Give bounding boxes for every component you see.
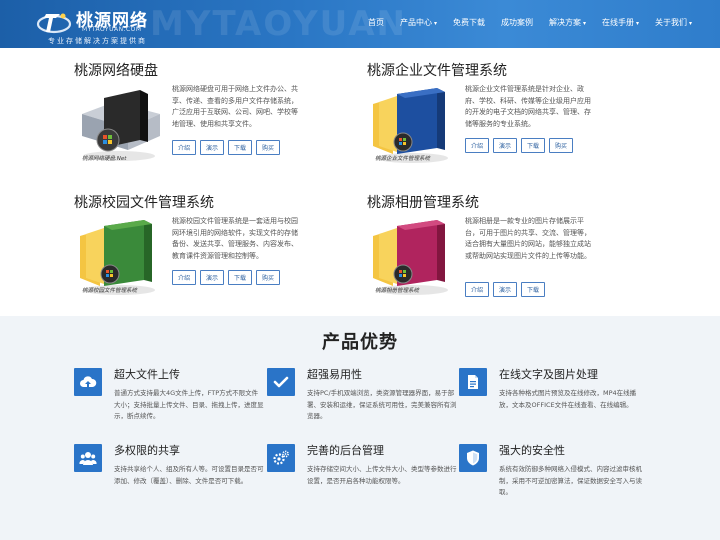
feature-permissions: 多权限的共享 支持共享给个人、组及所有人等。可设置目录是否可添加、修改（覆盖）、… — [74, 442, 264, 522]
feature-title: 多权限的共享 — [114, 444, 180, 457]
check-icon — [267, 368, 295, 396]
logo-slogan: 专业存储解决方案提供商 — [48, 37, 147, 45]
advantages-title: 产品优势 — [322, 332, 398, 353]
product-card-campus: 桃源校园文件管理系统 桃源校园文件管理系统 桃源校园文件管理系统是一套适用与校园… — [74, 192, 374, 322]
download-button[interactable]: 下载 — [228, 270, 253, 285]
feature-title: 超大文件上传 — [114, 368, 180, 381]
feature-large-upload: 超大文件上传 普通方式支持最大4G文件上传，FTP方式不限文件大小；支持批量上传… — [74, 366, 264, 446]
product-title[interactable]: 桃源企业文件管理系统 — [367, 60, 507, 80]
product-buttons: 介绍 演示 下载 购买 — [172, 270, 284, 285]
nav-home-label: 首页 — [368, 17, 384, 27]
product-title[interactable]: 桃源网络硬盘 — [74, 60, 158, 80]
chevron-down-icon: ▾ — [689, 19, 693, 27]
intro-button[interactable]: 介绍 — [172, 140, 197, 155]
product-caption: 桃源企业文件管理系统 — [375, 156, 431, 162]
product-caption: 桃源相册管理系统 — [375, 288, 420, 294]
feature-description: 支持PC/手机双端浏览，类资源管理器界面，易于部署、安装和运维，保证系统可用性，… — [307, 389, 457, 420]
product-title[interactable]: 桃源校园文件管理系统 — [74, 192, 214, 212]
intro-button[interactable]: 介绍 — [465, 138, 490, 153]
nav-home[interactable]: 首页 — [368, 17, 384, 28]
demo-button[interactable]: 演示 — [200, 140, 225, 155]
nav-products-label: 产品中心 — [400, 17, 432, 27]
nav-cases-label: 成功案例 — [501, 17, 534, 27]
document-icon — [459, 368, 487, 396]
nav-cases[interactable]: 成功案例 — [501, 17, 533, 28]
feature-online-editing: 在线文字及图片处理 支持各种格式图片预览及在线修改，MP4在线播放，文本及OFF… — [459, 366, 649, 446]
product-card-netdisk: 桃源网络硬盘 桃源网络硬盘.Net 桃源网络硬盘可用于网络上文件办公、共享、传递… — [74, 60, 374, 190]
nav-download-label: 免费下载 — [453, 17, 486, 27]
product-title[interactable]: 桃源相册管理系统 — [367, 192, 479, 212]
nav-products[interactable]: 产品中心 ▾ — [400, 17, 437, 28]
product-description: 桃源相册是一款专业的图片存储展示平台，可用于图片的共享、交流、管理等，适合拥有大… — [465, 217, 591, 260]
site-header: MYTAOYUAN 桃源网络 MYTAOYUAN.COM 专业存储解决方案提供商… — [0, 0, 720, 48]
feature-title: 超强易用性 — [307, 368, 362, 381]
users-icon — [74, 444, 102, 472]
feature-title: 完善的后台管理 — [307, 444, 384, 457]
nav-solutions[interactable]: 解决方案 ▾ — [549, 17, 586, 28]
nav-manual-label: 在线手册 — [602, 17, 635, 27]
nav-download[interactable]: 免费下载 — [453, 17, 485, 28]
intro-button[interactable]: 介绍 — [465, 282, 490, 297]
product-card-album: 桃源相册管理系统 桃源相册管理系统 桃源相册是一款专业的图片存储展示平台，可用于… — [367, 192, 667, 322]
main-nav: 首页 产品中心 ▾ 免费下载 成功案例 解决方案 ▾ 在线手册 ▾ 关于我们 ▾ — [368, 0, 708, 44]
cloud-upload-icon — [74, 368, 102, 396]
demo-button[interactable]: 演示 — [493, 282, 518, 297]
feature-description: 支持各种格式图片预览及在线修改，MP4在线播放，文本及OFFICE文件在线查看、… — [499, 389, 637, 409]
product-buttons: 介绍 演示 下载 — [465, 282, 549, 297]
nav-manual[interactable]: 在线手册 ▾ — [602, 17, 639, 28]
nav-about[interactable]: 关于我们 ▾ — [655, 17, 692, 28]
product-description: 桃源校园文件管理系统是一套适用与校园网环境引用的网络软件，实现文件的存储备份、发… — [172, 217, 298, 260]
logo-icon[interactable] — [36, 8, 72, 36]
feature-description: 支持存储空间大小、上传文件大小、类型等参数进行设置，是否开启各种功能权限等。 — [307, 465, 457, 485]
download-button[interactable]: 下载 — [521, 282, 546, 297]
feature-description: 支持共享给个人、组及所有人等。可设置目录是否可添加、修改（覆盖）、删除、文件是否… — [114, 465, 264, 485]
nav-about-label: 关于我们 — [655, 17, 688, 27]
shield-icon — [459, 444, 487, 472]
buy-button[interactable]: 购买 — [256, 140, 281, 155]
nav-solutions-label: 解决方案 — [549, 17, 582, 27]
product-buttons: 介绍 演示 下载 购买 — [465, 138, 577, 153]
feature-title: 在线文字及图片处理 — [499, 368, 598, 381]
product-card-enterprise: 桃源企业文件管理系统 桃源企业文件管理系统 桃源企业文件管理系统是针对企业、政府… — [367, 60, 667, 190]
feature-title: 强大的安全性 — [499, 444, 565, 457]
buy-button[interactable]: 购买 — [549, 138, 574, 153]
feature-description: 系统有效防御多种网络入侵模式、内容过滤审核机制，采用不可逆加密算法，保证数据安全… — [499, 465, 642, 496]
feature-admin: 完善的后台管理 支持存储空间大小、上传文件大小、类型等参数进行设置，是否开启各种… — [267, 442, 457, 522]
product-description: 桃源企业文件管理系统是针对企业、政府、学校、科研、传媒等企业级用户应用的开发的电… — [465, 85, 591, 128]
feature-description: 普通方式支持最大4G文件上传，FTP方式不限文件大小；支持批量上传文件、目录、拖… — [114, 389, 264, 420]
feature-usability: 超强易用性 支持PC/手机双端浏览，类资源管理器界面，易于部署、安装和运维，保证… — [267, 366, 457, 446]
chevron-down-icon: ▾ — [583, 19, 587, 27]
logo-domain: MYTAOYUAN.COM — [82, 26, 142, 33]
gears-icon — [267, 444, 295, 472]
buy-button[interactable]: 购买 — [256, 270, 281, 285]
product-description: 桃源网络硬盘可用于网络上文件办公、共享、传递、查看的多用户文件存储系统，广泛应用… — [172, 85, 298, 128]
demo-button[interactable]: 演示 — [200, 270, 225, 285]
product-caption: 桃源校园文件管理系统 — [82, 288, 138, 294]
product-caption: 桃源网络硬盘.Net — [82, 156, 127, 162]
download-button[interactable]: 下载 — [228, 140, 253, 155]
feature-security: 强大的安全性 系统有效防御多种网络入侵模式、内容过滤审核机制，采用不可逆加密算法… — [459, 442, 649, 522]
demo-button[interactable]: 演示 — [493, 138, 518, 153]
intro-button[interactable]: 介绍 — [172, 270, 197, 285]
chevron-down-icon: ▾ — [434, 19, 438, 27]
download-button[interactable]: 下载 — [521, 138, 546, 153]
chevron-down-icon: ▾ — [636, 19, 640, 27]
product-buttons: 介绍 演示 下载 购买 — [172, 140, 284, 155]
